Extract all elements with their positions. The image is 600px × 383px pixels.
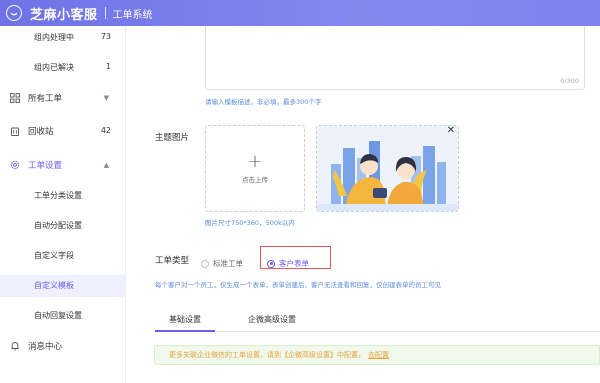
upload-label: 点击上传 bbox=[242, 175, 268, 184]
active-tab-indicator bbox=[155, 330, 215, 332]
sidebar-item-label: 回收站 bbox=[28, 127, 54, 137]
radio-label: 客户表单 bbox=[279, 259, 309, 268]
sidebar-subitem-custom-fields[interactable]: 自定义字段 bbox=[34, 250, 74, 261]
sidebar-item-label: 所有工单 bbox=[28, 94, 63, 104]
sidebar-item-count: 73 bbox=[100, 32, 111, 41]
gear-icon bbox=[10, 160, 20, 170]
tab-basic-settings[interactable]: 基础设置 bbox=[169, 314, 201, 325]
chevron-down-icon[interactable]: ▼ bbox=[104, 94, 109, 102]
bell-icon bbox=[10, 341, 20, 351]
plus-icon: + bbox=[247, 150, 263, 172]
sidebar-item-label: 工单设置 bbox=[28, 161, 63, 171]
theme-image-preview: ✕ bbox=[316, 125, 459, 212]
settings-tabs: 基础设置 企微高级设置 bbox=[155, 310, 600, 332]
config-notice: 更多关联企业微信的工单设置，请到【企微高级设置】中配置， 去配置 bbox=[154, 345, 600, 365]
system-name: 工单系统 bbox=[112, 9, 153, 21]
close-icon[interactable]: ✕ bbox=[447, 126, 455, 136]
radio-label: 标准工单 bbox=[213, 259, 243, 268]
char-counter: 0/300 bbox=[560, 77, 579, 85]
sidebar-subitem-auto-assign[interactable]: 自动分配设置 bbox=[34, 220, 82, 231]
trash-icon bbox=[10, 126, 20, 136]
chevron-up-icon[interactable]: ▲ bbox=[104, 161, 109, 169]
brand-name: 芝麻小客服 bbox=[30, 7, 98, 23]
ticket-type-hint: 每个客户对一个员工，仅生成一个表单，表单创建后，客户无法查看和回复，仅创建表单的… bbox=[155, 281, 441, 289]
radio-selected-icon[interactable] bbox=[267, 259, 275, 268]
sidebar-item-messages[interactable]: 消息中心 bbox=[10, 340, 62, 352]
go-configure-link[interactable]: 去配置 bbox=[368, 350, 389, 360]
tab-wecom-advanced[interactable]: 企微高级设置 bbox=[248, 314, 296, 325]
description-hint: 请输入模板描述，非必填，最多300个字 bbox=[205, 98, 322, 106]
sidebar-item-all-tickets[interactable]: 所有工单 bbox=[10, 92, 62, 104]
description-textarea[interactable]: 0/300 bbox=[205, 26, 585, 90]
app-header: 芝麻小客服 工单系统 bbox=[0, 0, 600, 26]
image-upload-button[interactable]: + 点击上传 bbox=[205, 125, 305, 212]
notice-text: 更多关联企业微信的工单设置，请到【企微高级设置】中配置， bbox=[169, 351, 365, 359]
grid-icon bbox=[10, 93, 20, 103]
sidebar-item-ticket-settings[interactable]: 工单设置 bbox=[10, 159, 62, 171]
sidebar-item-label: 组内处理中 bbox=[34, 33, 74, 42]
ticket-type-option-customer-form[interactable]: 客户表单 bbox=[267, 253, 309, 272]
theme-image-label: 主题图片 bbox=[155, 133, 190, 143]
ticket-type-label: 工单类型 bbox=[155, 256, 190, 266]
image-size-hint: 图片尺寸750*360，500k以内 bbox=[205, 219, 295, 227]
sidebar-subitem-category[interactable]: 工单分类设置 bbox=[34, 190, 82, 201]
sidebar-item-count: 1 bbox=[105, 62, 111, 71]
main-content: 0/300 请输入模板描述，非必填，最多300个字 主题图片 + 点击上传 ✕ … bbox=[127, 26, 600, 383]
sidebar-subitem-custom-template[interactable]: 自定义模板 bbox=[34, 280, 74, 291]
ticket-type-option-standard[interactable]: 标准工单 bbox=[201, 253, 243, 272]
smile-logo-icon bbox=[6, 5, 22, 21]
sidebar-item-label: 组内已解决 bbox=[34, 63, 74, 72]
radio-icon[interactable] bbox=[201, 259, 209, 268]
sidebar-subitem-auto-reply[interactable]: 自动回复设置 bbox=[34, 310, 82, 321]
header-divider bbox=[104, 7, 106, 19]
sidebar: 组内处理中 73 组内已解决 1 所有工单 ▼ 回收站 42 工单设置 ▲ 工单… bbox=[0, 26, 126, 383]
city-illustration-image bbox=[317, 126, 458, 211]
sidebar-item-label: 消息中心 bbox=[28, 342, 63, 352]
sidebar-item-recycle[interactable]: 回收站 bbox=[10, 125, 54, 137]
sidebar-item-count: 42 bbox=[100, 126, 111, 135]
